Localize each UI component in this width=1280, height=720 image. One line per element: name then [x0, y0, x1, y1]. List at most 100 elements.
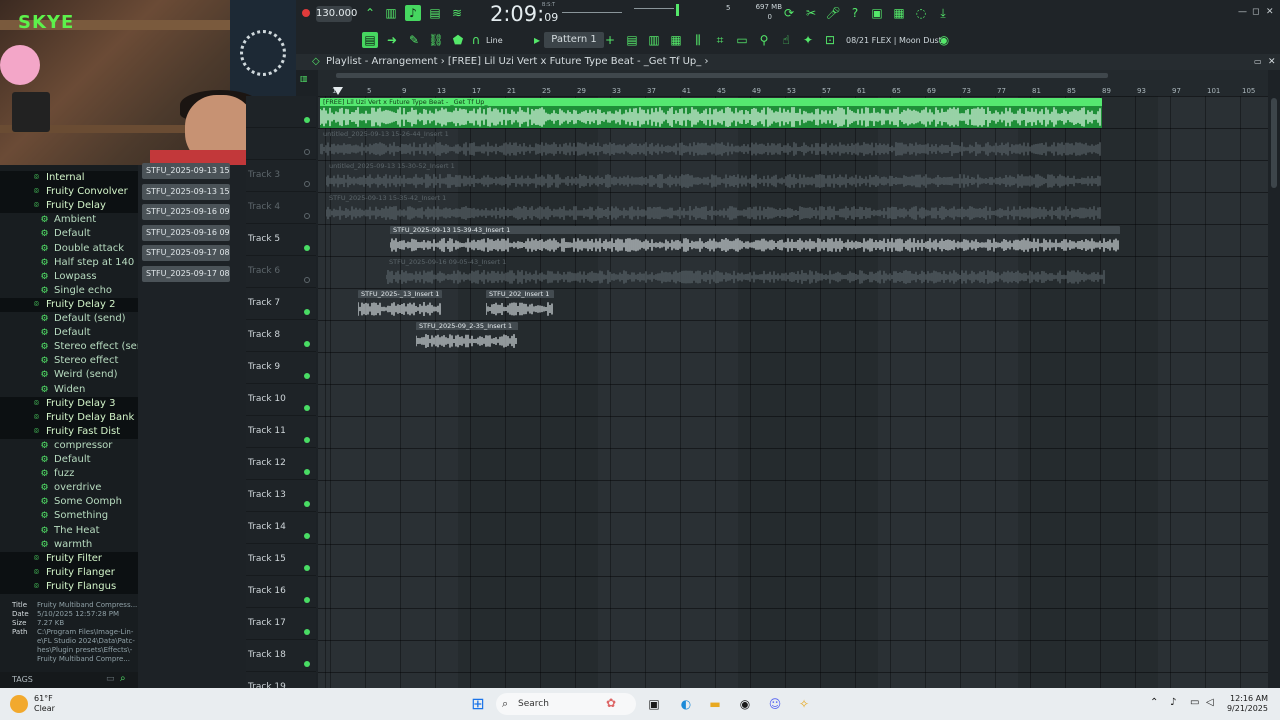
browser-search-icon[interactable]: ⌕: [120, 673, 126, 684]
track-header[interactable]: Track 5: [246, 224, 316, 256]
clip-source-item[interactable]: STFU_2025-09-13 15-39...: [142, 183, 230, 200]
track-mute-led[interactable]: [304, 469, 310, 475]
track-mute-led[interactable]: [304, 501, 310, 507]
browser-plugin-item[interactable]: ⌾ Fruity Flangus: [0, 579, 138, 594]
browser-plugin-item[interactable]: ⌾ Fruity Delay 2: [0, 297, 138, 312]
track-mute-led[interactable]: [304, 597, 310, 603]
audio-clip[interactable]: STFU_2025-09-16 09-05-43_Insert 1: [386, 258, 1106, 288]
pattern-selector[interactable]: Pattern 1: [544, 32, 604, 48]
track-header[interactable]: Track 3: [246, 160, 316, 192]
snap-mode-icon[interactable]: ▤: [362, 32, 378, 48]
horizontal-scrollbar[interactable]: [336, 73, 1108, 78]
track-header[interactable]: Track 6: [246, 256, 316, 288]
browser-preset-item[interactable]: ⚙ compressor: [0, 439, 138, 453]
track-mute-led[interactable]: [304, 405, 310, 411]
magnet-icon[interactable]: ∩: [470, 32, 482, 48]
cut-icon[interactable]: ✂: [803, 5, 819, 21]
arrow-right-icon[interactable]: ➜: [384, 32, 400, 48]
touch-icon[interactable]: ☝: [778, 32, 794, 48]
browser-preset-item[interactable]: ⚙ overdrive: [0, 481, 138, 495]
task-view-icon[interactable]: ▣: [644, 694, 664, 714]
track-mute-led[interactable]: [304, 213, 310, 219]
browser-preset-item[interactable]: ⚙ Single echo: [0, 284, 138, 298]
pencil-icon[interactable]: ✎: [406, 32, 422, 48]
minimize-icon[interactable]: —: [1238, 7, 1247, 17]
help-icon[interactable]: ?: [847, 5, 863, 21]
audio-clip[interactable]: STFU_2025-09-13 15-39-43_Insert 1: [390, 226, 1120, 256]
track-mute-led[interactable]: [304, 629, 310, 635]
channel-rack-icon[interactable]: ▥: [646, 32, 662, 48]
blend-notes-icon[interactable]: ≋: [449, 5, 465, 21]
mixer-icon[interactable]: ▦: [891, 5, 907, 21]
piano-roll-icon[interactable]: ▦: [668, 32, 684, 48]
browser-plugin-item[interactable]: ⌾ Fruity Fast Dist: [0, 424, 138, 439]
clip-source-item[interactable]: STFU_2025-09-17 08-31...: [142, 266, 230, 282]
track-mute-led[interactable]: [304, 117, 310, 123]
close-icon[interactable]: ✕: [1266, 7, 1274, 17]
clip-source-item[interactable]: STFU_2025-09-13 15-35...: [142, 163, 230, 179]
audio-clip[interactable]: STFU_202_Insert 1: [486, 290, 554, 320]
browser-plugin-item[interactable]: ⌾ Fruity Flanger: [0, 565, 138, 580]
browser-preset-item[interactable]: ⚙ Double attack: [0, 242, 138, 256]
taskbar-clock[interactable]: 12:16 AM 9/21/2025: [1226, 694, 1268, 714]
save-icon[interactable]: ▣: [869, 5, 885, 21]
mic-tray-icon[interactable]: ♪: [1170, 697, 1176, 708]
browser-preset-item[interactable]: ⚙ Default: [0, 326, 138, 340]
fl-studio-icon[interactable]: ✧: [794, 694, 814, 714]
network-icon[interactable]: ▭: [1190, 697, 1199, 708]
pl-maximize-icon[interactable]: ▭: [1254, 54, 1262, 70]
browser-preset-item[interactable]: ⚙ Default: [0, 453, 138, 467]
volume-icon[interactable]: ◁: [1206, 697, 1214, 708]
clip-source-item[interactable]: STFU_2025-09-16 09-17...: [142, 224, 230, 241]
pattern-prev-icon[interactable]: ▸: [532, 32, 542, 48]
browser-preset-item[interactable]: ⚙ Lowpass: [0, 270, 138, 284]
browser-plugin-item[interactable]: ⌾ Fruity Delay Bank: [0, 410, 138, 425]
obs-icon[interactable]: ◉: [735, 694, 755, 714]
browser-preset-item[interactable]: ⚙ Default: [0, 227, 138, 241]
stamp-icon[interactable]: ⬟: [450, 32, 466, 48]
browser-plugin-item[interactable]: ⌾ Fruity Delay: [0, 199, 138, 214]
wand-icon[interactable]: ✦: [800, 32, 816, 48]
track-header[interactable]: [246, 128, 316, 160]
weather-icon[interactable]: [10, 695, 28, 713]
track-mute-led[interactable]: [304, 373, 310, 379]
explorer-icon[interactable]: ▬: [705, 694, 725, 714]
plugin-picker-icon[interactable]: ◉: [936, 32, 952, 48]
browser-preset-item[interactable]: ⚙ warmth: [0, 538, 138, 552]
master-pitch-slider[interactable]: [562, 12, 622, 13]
tray-chevron-icon[interactable]: ⌃: [1150, 697, 1158, 708]
weather-widget[interactable]: 61°F Clear: [34, 694, 55, 714]
playlist-menu-icon[interactable]: ◇: [312, 54, 320, 70]
track-header[interactable]: Track 14: [246, 512, 316, 544]
track-mute-led[interactable]: [304, 245, 310, 251]
audio-clip[interactable]: STFU_2025-09_2-35_Insert 1: [416, 322, 518, 352]
track-list-icon[interactable]: ▥: [300, 74, 308, 83]
browser-preset-item[interactable]: ⚙ Ambient: [0, 213, 138, 227]
track-mute-led[interactable]: [304, 277, 310, 283]
clip-source-item[interactable]: STFU_2025-09-17 08-22...: [142, 245, 230, 262]
maximize-icon[interactable]: ◻: [1252, 7, 1259, 17]
audio-clip[interactable]: STFU_2025-09-13 15-35-42_Insert 1: [326, 194, 1102, 224]
audio-clip[interactable]: [FREE] Lil Uzi Vert x Future Type Beat -…: [320, 98, 1102, 128]
browser-preset-item[interactable]: ⚙ Widen: [0, 383, 138, 397]
refresh-icon[interactable]: ⟳: [781, 5, 797, 21]
track-header[interactable]: Track 15: [246, 544, 316, 576]
plugin-icon[interactable]: ⚲: [756, 32, 772, 48]
browser-preset-item[interactable]: ⚙ The Heat: [0, 524, 138, 538]
pl-close-icon[interactable]: ✕: [1268, 54, 1276, 70]
track-mute-led[interactable]: [304, 437, 310, 443]
track-header[interactable]: Track 8: [246, 320, 316, 352]
playlist-icon[interactable]: ▤: [624, 32, 640, 48]
browser-preset-item[interactable]: ⚙ Weird (send): [0, 368, 138, 382]
chat-icon[interactable]: ◌: [913, 5, 929, 21]
browser-plugin-item[interactable]: ⌾ Fruity Delay 3: [0, 396, 138, 411]
master-volume-slider[interactable]: [634, 8, 674, 9]
routing-icon[interactable]: ⌗: [712, 32, 728, 48]
browser-preset-item[interactable]: ⚙ Stereo effect: [0, 354, 138, 368]
browser-plugin-item[interactable]: ⌾ Fruity Filter: [0, 551, 138, 566]
browser-plugin-item[interactable]: ⌾ Internal: [0, 171, 138, 185]
browser-plugin-item[interactable]: ⌾ Fruity Convolver: [0, 185, 138, 200]
start-icon[interactable]: ⊞: [468, 694, 488, 714]
track-header[interactable]: Track 9: [246, 352, 316, 384]
mixer-view-icon[interactable]: ⫼: [690, 32, 706, 48]
